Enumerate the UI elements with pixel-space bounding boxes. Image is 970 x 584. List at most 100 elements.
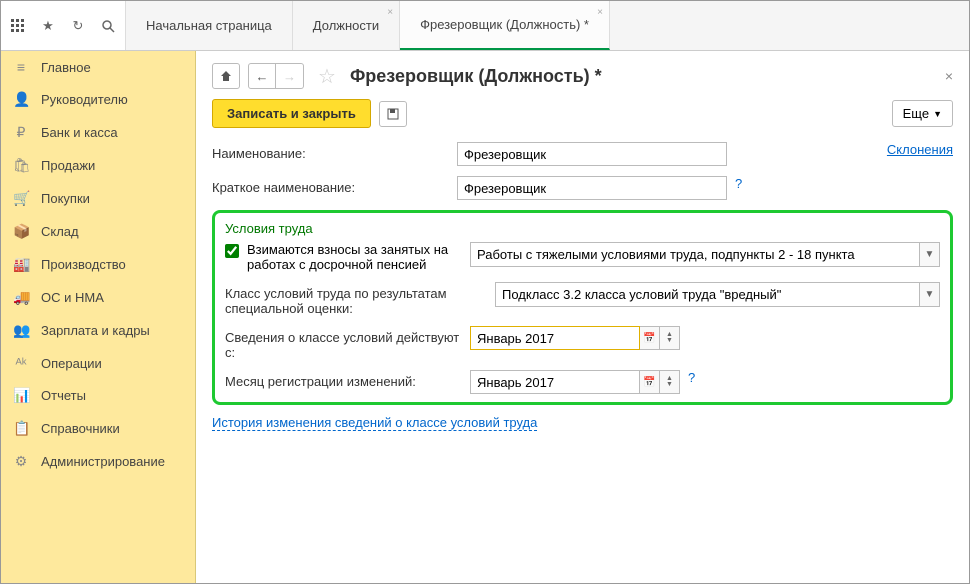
sidebar-label: Производство [41, 257, 126, 272]
sidebar-label: Справочники [41, 421, 120, 436]
back-button[interactable]: ← [248, 63, 276, 89]
save-close-button[interactable]: Записать и закрыть [212, 99, 371, 128]
sidebar-item-reports[interactable]: 📊 Отчеты [1, 379, 195, 412]
cart-icon: 🛒 [13, 190, 29, 207]
contributions-label: Взимаются взносы за занятых на работах с… [247, 242, 462, 272]
action-row: Записать и закрыть Еще▼ [212, 99, 953, 128]
effective-input[interactable] [470, 326, 640, 350]
forward-button[interactable]: → [276, 63, 304, 89]
regmonth-date-group: 📅 ▲▼ [470, 370, 680, 394]
chart-icon: 📊 [13, 387, 29, 404]
section-title: Условия труда [225, 221, 940, 236]
chevron-down-icon: ▼ [933, 109, 942, 119]
sidebar-item-main[interactable]: ≡ Главное [1, 51, 195, 83]
sidebar-item-assets[interactable]: 🚚 ОС и НМА [1, 281, 195, 314]
sidebar-item-bank[interactable]: ₽ Банк и касса [1, 116, 195, 149]
people-icon: 👥 [13, 322, 29, 339]
header-row: ← → ☆ Фрезеровщик (Должность) * × [212, 63, 953, 89]
effective-label: Сведения о классе условий действуют с: [225, 326, 470, 360]
chevron-down-icon[interactable]: ▼ [919, 243, 939, 266]
home-button[interactable] [212, 63, 240, 89]
contributions-select[interactable]: Работы с тяжелыми условиями труда, подпу… [470, 242, 940, 267]
calendar-icon[interactable]: 📅 [640, 326, 660, 350]
search-icon[interactable] [99, 17, 117, 35]
chevron-down-icon[interactable]: ▼ [919, 283, 939, 306]
ops-icon: ᴬᵏ [13, 355, 29, 371]
body: ≡ Главное 👤 Руководителю ₽ Банк и касса 🛍 Пр… [1, 51, 969, 583]
star-icon[interactable]: ★ [39, 17, 57, 35]
spinner-icon[interactable]: ▲▼ [660, 370, 680, 394]
list-icon: 📋 [13, 420, 29, 437]
sidebar-label: Главное [41, 60, 91, 75]
class-select[interactable]: Подкласс 3.2 класса условий труда "вредн… [495, 282, 940, 307]
sidebar-item-sales[interactable]: 🛍 Продажи [1, 149, 195, 182]
sidebar: ≡ Главное 👤 Руководителю ₽ Банк и касса 🛍 Пр… [1, 51, 196, 583]
sidebar-label: Зарплата и кадры [41, 323, 150, 338]
truck-icon: 🚚 [13, 289, 29, 306]
regmonth-row: Месяц регистрации изменений: 📅 ▲▼ ? [225, 370, 940, 394]
close-icon[interactable]: × [945, 68, 953, 84]
name-row: Наименование: Склонения [212, 142, 953, 166]
ruble-icon: ₽ [13, 124, 29, 141]
spinner-icon[interactable]: ▲▼ [660, 326, 680, 350]
help-icon[interactable]: ? [735, 176, 742, 191]
sidebar-item-operations[interactable]: ᴬᵏ Операции [1, 347, 195, 379]
contributions-checkbox[interactable] [225, 244, 239, 258]
sidebar-item-catalogs[interactable]: 📋 Справочники [1, 412, 195, 445]
select-value: Работы с тяжелыми условиями труда, подпу… [471, 243, 919, 266]
shortname-input[interactable] [457, 176, 727, 200]
name-input[interactable] [457, 142, 727, 166]
close-icon[interactable]: × [387, 7, 393, 18]
gear-icon: ⚙ [13, 453, 29, 470]
toolbar-icons: ★ ↻ [1, 1, 126, 50]
menu-icon: ≡ [13, 59, 29, 75]
class-label: Класс условий труда по результатам специ… [225, 282, 495, 316]
sidebar-label: Операции [41, 356, 102, 371]
tab-current[interactable]: Фрезеровщик (Должность) * × [400, 1, 610, 50]
save-button[interactable] [379, 101, 407, 127]
sidebar-label: Руководителю [41, 92, 128, 107]
tab-label: Фрезеровщик (Должность) * [420, 17, 589, 32]
sidebar-item-hr[interactable]: 👥 Зарплата и кадры [1, 314, 195, 347]
history-icon[interactable]: ↻ [69, 17, 87, 35]
sidebar-label: Покупки [41, 191, 90, 206]
tab-positions[interactable]: Должности × [293, 1, 400, 50]
shortname-row: Краткое наименование: ? [212, 176, 953, 200]
close-icon[interactable]: × [597, 7, 603, 18]
declensions-link[interactable]: Склонения [887, 142, 953, 157]
sidebar-item-manager[interactable]: 👤 Руководителю [1, 83, 195, 116]
sidebar-label: ОС и НМА [41, 290, 104, 305]
tab-label: Начальная страница [146, 18, 272, 33]
sidebar-item-admin[interactable]: ⚙ Администрирование [1, 445, 195, 478]
tab-home[interactable]: Начальная страница [126, 1, 293, 50]
contributions-row: Взимаются взносы за занятых на работах с… [225, 242, 940, 272]
sidebar-label: Склад [41, 224, 79, 239]
calendar-icon[interactable]: 📅 [640, 370, 660, 394]
page-title: Фрезеровщик (Должность) * [350, 66, 602, 87]
apps-icon[interactable] [9, 17, 27, 35]
more-button[interactable]: Еще▼ [892, 100, 953, 127]
regmonth-input[interactable] [470, 370, 640, 394]
sidebar-item-purchases[interactable]: 🛒 Покупки [1, 182, 195, 215]
regmonth-label: Месяц регистрации изменений: [225, 370, 470, 389]
sidebar-label: Отчеты [41, 388, 86, 403]
box-icon: 📦 [13, 223, 29, 240]
help-icon[interactable]: ? [688, 370, 695, 385]
top-toolbar: ★ ↻ Начальная страница Должности × Фрезер… [1, 1, 969, 51]
history-link[interactable]: История изменения сведений о классе усло… [212, 415, 537, 431]
sidebar-item-warehouse[interactable]: 📦 Склад [1, 215, 195, 248]
tab-label: Должности [313, 18, 379, 33]
bag-icon: 🛍 [13, 157, 29, 174]
sidebar-label: Банк и касса [41, 125, 118, 140]
sidebar-label: Продажи [41, 158, 95, 173]
effective-date-group: 📅 ▲▼ [470, 326, 680, 350]
conditions-section: Условия труда Взимаются взносы за заняты… [212, 210, 953, 405]
sidebar-item-production[interactable]: 🏭Производство [1, 248, 195, 281]
content: ← → ☆ Фрезеровщик (Должность) * × Записа… [196, 51, 969, 583]
sidebar-label: Администрирование [41, 454, 165, 469]
select-value: Подкласс 3.2 класса условий труда "вредн… [496, 283, 919, 306]
favorite-icon[interactable]: ☆ [318, 64, 336, 89]
shortname-label: Краткое наименование: [212, 176, 457, 195]
person-icon: 👤 [13, 91, 29, 108]
effective-row: Сведения о классе условий действуют с: 📅… [225, 326, 940, 360]
